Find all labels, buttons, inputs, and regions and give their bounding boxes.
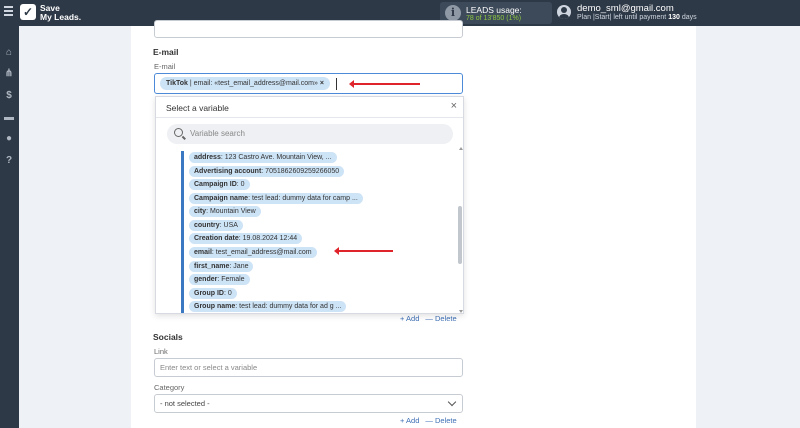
variable-item[interactable]: Campaign ID: 0 — [189, 179, 250, 190]
socials-add-button[interactable]: + Add — [400, 416, 419, 425]
variable-item[interactable]: Advertising account: 7051862609259266050 — [189, 166, 345, 177]
user-email[interactable]: demo_sml@gmail.com — [577, 3, 674, 14]
logo-text[interactable]: Save My Leads. — [40, 4, 81, 22]
socials-delete-button[interactable]: — Delete — [425, 416, 456, 425]
variable-item[interactable]: city: Mountain View — [189, 206, 261, 217]
add-button[interactable]: + Add — [400, 314, 419, 323]
logo-mark[interactable]: ✓ — [20, 4, 36, 20]
socials-row-actions: + Add — Delete — [400, 416, 457, 425]
search-icon — [174, 128, 183, 137]
category-select[interactable]: - not selected - — [154, 394, 463, 413]
annotation-arrow-email-item — [334, 247, 393, 255]
socials-section-title: Socials — [153, 332, 183, 342]
variable-item[interactable]: country: USA — [189, 220, 243, 231]
sitemap-icon[interactable]: ⋔ — [3, 67, 15, 79]
variable-item[interactable]: Campaign name: test lead: dummy data for… — [189, 193, 363, 204]
home-icon[interactable]: ⌂ — [3, 46, 15, 58]
variable-dropdown: Select a variable × Variable search addr… — [155, 96, 464, 314]
scroll-up-icon[interactable] — [459, 147, 463, 150]
left-sidebar: ⌂ ⋔ $ ▬ ● ? — [0, 26, 19, 428]
close-icon[interactable]: × — [451, 100, 457, 112]
text-caret — [336, 78, 337, 90]
scrollbar-thumb[interactable] — [458, 206, 462, 264]
variable-item[interactable]: first_name: Jane — [189, 261, 254, 272]
search-placeholder: Variable search — [190, 129, 245, 138]
menu-icon[interactable] — [4, 6, 13, 16]
delete-button[interactable]: — Delete — [425, 314, 456, 323]
scroll-down-icon[interactable] — [459, 310, 463, 313]
variable-item[interactable]: Group name: test lead: dummy data for ad… — [189, 301, 347, 312]
variable-item[interactable]: Group ID: 0 — [189, 288, 237, 299]
dollar-icon[interactable]: $ — [3, 89, 15, 101]
row-actions: + Add — Delete — [400, 314, 457, 323]
link-field-label: Link — [154, 347, 168, 356]
divider — [156, 117, 463, 118]
leads-usage-title: LEADS usage: — [466, 5, 522, 15]
variable-tag[interactable]: TikTok | email: «test_email_address@mail… — [160, 77, 330, 90]
annotation-arrow-email-field — [349, 80, 420, 88]
category-field-label: Category — [154, 383, 185, 392]
remove-tag-icon[interactable]: × — [320, 80, 324, 87]
variable-search-input[interactable]: Variable search — [167, 124, 453, 144]
category-selected-value: - not selected - — [160, 399, 210, 408]
link-input[interactable]: Enter text or select a variable — [154, 358, 463, 377]
variable-item[interactable]: gender: Female — [189, 274, 250, 285]
variable-item-email[interactable]: email: test_email_address@mail.com — [189, 247, 317, 258]
link-placeholder: Enter text or select a variable — [160, 363, 258, 372]
dropdown-title: Select a variable — [166, 103, 229, 113]
help-icon[interactable]: ? — [3, 154, 15, 166]
user-plan: Plan |Start| left until payment 130 days — [577, 14, 697, 21]
account-icon[interactable]: ● — [3, 132, 15, 144]
previous-field-input[interactable] — [154, 20, 463, 38]
scrollbar[interactable] — [458, 151, 462, 311]
email-section-title: E-mail — [153, 47, 179, 57]
variable-item[interactable]: address: 123 Castro Ave. Mountain View, … — [189, 152, 337, 163]
info-icon: i — [445, 5, 461, 21]
briefcase-icon[interactable]: ▬ — [3, 111, 15, 123]
list-accent-bar — [181, 151, 184, 313]
variable-item[interactable]: Creation date: 19.08.2024 12:44 — [189, 233, 303, 244]
email-field-label: E-mail — [154, 62, 176, 71]
chevron-down-icon — [447, 397, 457, 407]
leads-usage-count: 78 of 13'850 (1%) — [466, 15, 522, 22]
avatar-icon[interactable] — [557, 5, 571, 19]
